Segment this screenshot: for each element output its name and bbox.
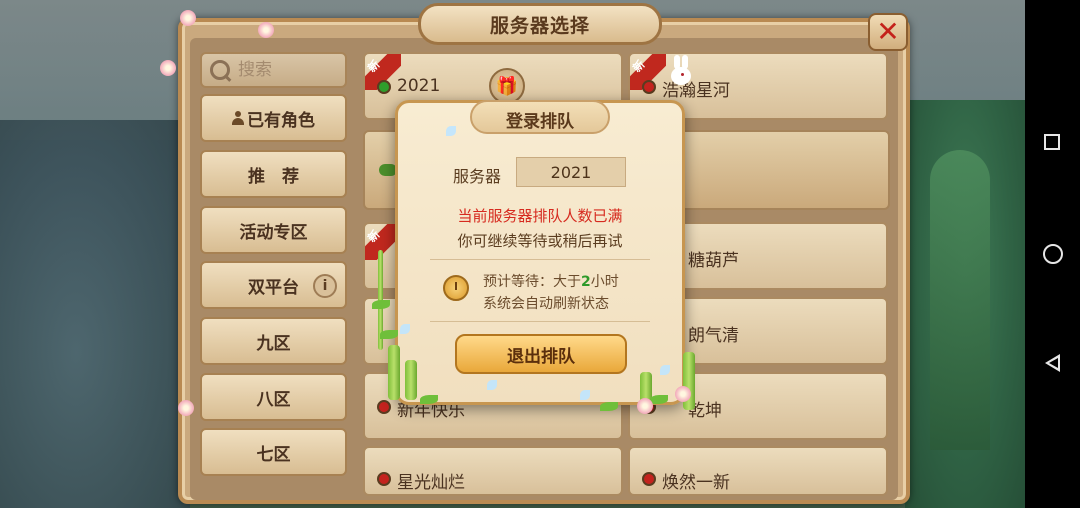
info-icon[interactable]: i [313, 274, 337, 298]
recent-apps-icon[interactable] [1044, 134, 1060, 150]
sidebar-item-my-characters[interactable]: 已有角色 [200, 94, 347, 142]
sidebar-item-label: 已有角色 [247, 110, 315, 131]
sidebar-item-events[interactable]: 活动专区 [200, 206, 347, 254]
server-label: 服务器 [453, 167, 502, 186]
blossom-decoration [637, 398, 653, 414]
window-title: 服务器选择 [418, 3, 662, 45]
blossom-decoration [675, 386, 691, 402]
divider [430, 321, 650, 322]
blossom-decoration [180, 10, 196, 26]
queue-full-message: 当前服务器排队人数已满 [457, 207, 623, 225]
divider [430, 259, 650, 260]
blossom-decoration [258, 22, 274, 38]
estimated-wait: 预计等待：大于2小时 [483, 274, 619, 290]
sidebar-item-label: 双平台 [248, 277, 299, 298]
clock-icon [443, 275, 469, 301]
server-name: 星光灿烂 [397, 473, 465, 493]
server-name: 糖葫芦 [688, 251, 739, 271]
exit-queue-button[interactable]: 退出排队 [455, 334, 627, 374]
sidebar-item-dual-platform[interactable]: 双平台 i [200, 261, 347, 309]
sidebar-item-recommended[interactable]: 推 荐 [200, 150, 347, 198]
blossom-decoration [160, 60, 176, 76]
butterfly-decoration [580, 390, 590, 400]
status-busy-icon [642, 472, 656, 486]
sidebar-item-label: 七区 [256, 444, 291, 465]
status-busy-icon [377, 472, 391, 486]
auto-refresh-note: 系统会自动刷新状态 [483, 296, 609, 312]
status-busy-icon [377, 400, 391, 414]
queue-wait-message: 你可继续等待或稍后再试 [457, 232, 623, 250]
server-name: 朗气清 [688, 326, 739, 346]
leaf-decoration [380, 330, 398, 339]
sidebar-item-label: 活动专区 [239, 222, 308, 243]
server-card[interactable]: 焕然一新 [628, 446, 888, 496]
close-button[interactable]: ✕ [868, 13, 908, 51]
leaf-decoration [650, 395, 668, 404]
sidebar-item-label: 八区 [256, 389, 291, 410]
server-name: 2021 [397, 76, 441, 96]
status-busy-icon [642, 80, 656, 94]
bamboo-decoration [388, 345, 400, 400]
bamboo-decoration [405, 360, 417, 400]
status-online-icon [377, 80, 391, 94]
user-icon [232, 111, 244, 125]
dialog-title: 登录排队 [506, 111, 574, 132]
server-card[interactable]: 星光灿烂 [363, 446, 623, 496]
butterfly-decoration [660, 365, 670, 375]
close-icon: ✕ [876, 15, 900, 48]
sidebar-item-zone-7[interactable]: 七区 [200, 428, 347, 476]
sidebar-item-label: 九区 [256, 333, 291, 354]
sidebar-item-zone-9[interactable]: 九区 [200, 317, 347, 365]
home-icon[interactable] [1043, 244, 1063, 264]
search-input[interactable] [236, 59, 335, 81]
server-value: 2021 [516, 157, 626, 187]
butterfly-decoration [487, 380, 497, 390]
butterfly-decoration [400, 324, 410, 334]
background-mountain-left [0, 120, 190, 508]
search-icon [210, 60, 230, 80]
search-box[interactable] [200, 52, 347, 88]
back-icon-inner [1049, 358, 1058, 368]
background-cliff [930, 150, 990, 450]
rabbit-icon [668, 55, 694, 87]
butterfly-decoration [446, 126, 456, 136]
gift-icon[interactable]: 🎁 [489, 68, 525, 104]
leaf-decoration [420, 395, 438, 404]
sidebar-item-label: 推 荐 [248, 166, 299, 187]
leaf-decoration [600, 402, 618, 411]
server-name: 焕然一新 [662, 473, 730, 493]
blossom-decoration [178, 400, 194, 416]
leaf-decoration [372, 300, 390, 309]
sidebar-item-zone-8[interactable]: 八区 [200, 373, 347, 421]
